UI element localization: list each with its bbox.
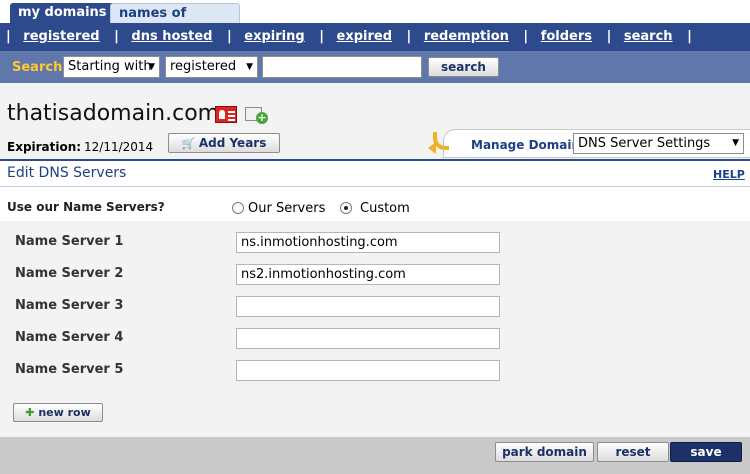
help-link[interactable]: HELP	[713, 168, 745, 181]
nav-link-expiring[interactable]: expiring	[244, 29, 304, 44]
name-server-5-label: Name Server 5	[15, 362, 124, 377]
nav-separator: |	[319, 29, 324, 44]
nav-link-search[interactable]: search	[624, 29, 673, 44]
domain-name: thatisadomain.com	[7, 101, 220, 126]
new-row-label: new row	[38, 406, 91, 419]
search-mode-select[interactable]: Starting with ▼	[63, 56, 160, 78]
contact-card-icon[interactable]	[215, 106, 237, 123]
manage-domain-label: Manage Domain:	[471, 138, 585, 152]
name-server-2-label: Name Server 2	[15, 266, 124, 281]
park-domain-button[interactable]: park domain	[495, 442, 594, 462]
plus-icon: ✚	[25, 406, 35, 419]
our-servers-radio[interactable]	[232, 202, 244, 214]
tab-names-of-interest[interactable]: names of interest	[110, 3, 240, 41]
name-server-3-label: Name Server 3	[15, 298, 124, 313]
search-label: Search	[12, 60, 63, 75]
search-scope-select[interactable]: registered ▼	[165, 56, 258, 78]
main-nav: | registered | dns hosted | expiring | e…	[0, 23, 750, 51]
name-server-4-label: Name Server 4	[15, 330, 124, 345]
tab-my-domains[interactable]: my domains	[10, 3, 115, 23]
cart-icon: 🛒	[181, 137, 196, 150]
dropdown-arrow-icon: ▼	[246, 62, 253, 72]
our-servers-label: Our Servers	[248, 201, 326, 216]
name-server-1-label: Name Server 1	[15, 234, 124, 249]
plus-icon: +	[256, 111, 268, 124]
nav-link-folders[interactable]: folders	[541, 29, 592, 44]
nav-link-registered[interactable]: registered	[23, 29, 99, 44]
nav-separator: |	[114, 29, 119, 44]
manage-domain-select[interactable]: DNS Server Settings ▼	[573, 133, 744, 154]
search-button[interactable]: search	[428, 57, 499, 77]
reset-button[interactable]: reset	[597, 442, 669, 462]
nav-separator: |	[6, 29, 11, 44]
add-years-button[interactable]: 🛒 Add Years	[168, 133, 280, 153]
manage-domain-value: DNS Server Settings	[578, 136, 711, 151]
search-scope-value: registered	[170, 59, 237, 74]
name-server-3-field[interactable]	[236, 296, 500, 317]
add-years-label: Add Years	[198, 136, 267, 150]
search-bar: Search Starting with ▼ registered ▼	[0, 51, 750, 83]
nav-link-dns-hosted[interactable]: dns hosted	[131, 29, 212, 44]
expiration-value: 12/11/2014	[84, 140, 154, 154]
nav-separator: |	[523, 29, 529, 44]
save-button[interactable]: save	[670, 442, 742, 462]
expiration-label: Expiration:	[7, 140, 82, 154]
section-title: Edit DNS Servers	[7, 165, 127, 181]
new-row-button[interactable]: ✚ new row	[13, 403, 103, 422]
back-arrow-icon	[428, 130, 449, 154]
name-server-2-field[interactable]	[236, 264, 500, 285]
name-server-question: Use our Name Servers?	[7, 200, 165, 214]
custom-label: Custom	[360, 201, 410, 216]
nav-link-redemption[interactable]: redemption	[424, 29, 509, 44]
dropdown-arrow-icon: ▼	[732, 138, 739, 148]
name-server-5-field[interactable]	[236, 360, 500, 381]
nav-link-expired[interactable]: expired	[337, 29, 393, 44]
name-server-4-field[interactable]	[236, 328, 500, 349]
nav-separator: |	[227, 29, 232, 44]
search-input[interactable]	[262, 56, 422, 78]
dropdown-arrow-icon: ▼	[148, 62, 155, 72]
search-mode-value: Starting with	[68, 59, 152, 74]
name-server-1-field[interactable]	[236, 232, 500, 253]
nav-separator: |	[406, 29, 412, 44]
tab-bar: my domains names of interest	[0, 0, 750, 41]
nav-separator: |	[606, 29, 612, 44]
custom-radio[interactable]	[340, 202, 352, 214]
nav-separator: |	[687, 29, 692, 44]
add-folder-icon[interactable]: +	[245, 105, 269, 124]
